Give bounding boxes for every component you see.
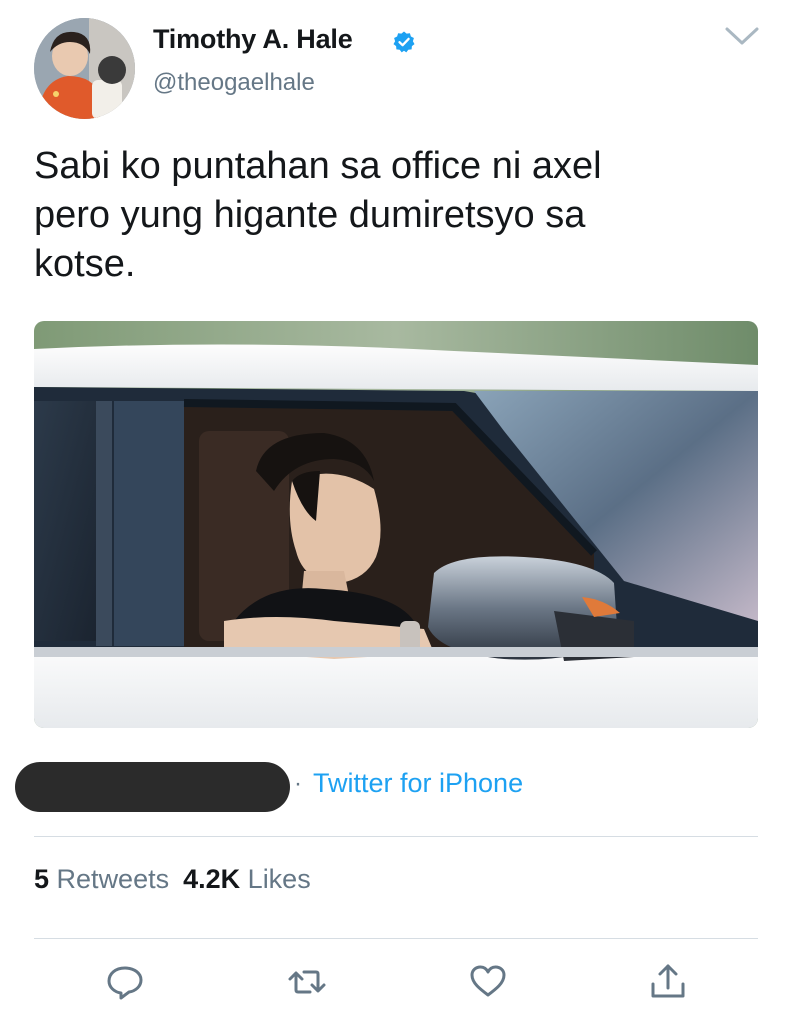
source-separator: · [294,770,302,797]
chevron-down-icon[interactable] [724,24,760,48]
likes-count: 4.2K [183,864,241,894]
retweet-icon[interactable] [287,962,327,1002]
display-name[interactable]: Timothy A. Hale [153,24,353,55]
verified-badge-icon [392,30,416,54]
engagement-stats: 5 Retweets 4.2K Likes [34,864,311,895]
retweets-label: Retweets [56,864,170,894]
divider [34,836,758,837]
retweets-stat[interactable]: 5 Retweets [34,864,169,894]
divider [34,938,758,939]
likes-stat[interactable]: 4.2K Likes [183,864,311,894]
reply-icon[interactable] [105,962,145,1002]
source-link[interactable]: Twitter for iPhone [313,768,523,799]
tweet-text: Sabi ko puntahan sa office ni axel pero … [34,145,602,285]
share-icon[interactable] [648,962,688,1002]
retweets-count: 5 [34,864,50,894]
avatar[interactable] [34,18,135,119]
heart-icon[interactable] [468,962,508,1002]
tweet-photo[interactable] [34,321,758,728]
redacted-timestamp [15,762,290,812]
user-handle[interactable]: @theogaelhale [153,69,315,97]
likes-label: Likes [247,864,311,894]
